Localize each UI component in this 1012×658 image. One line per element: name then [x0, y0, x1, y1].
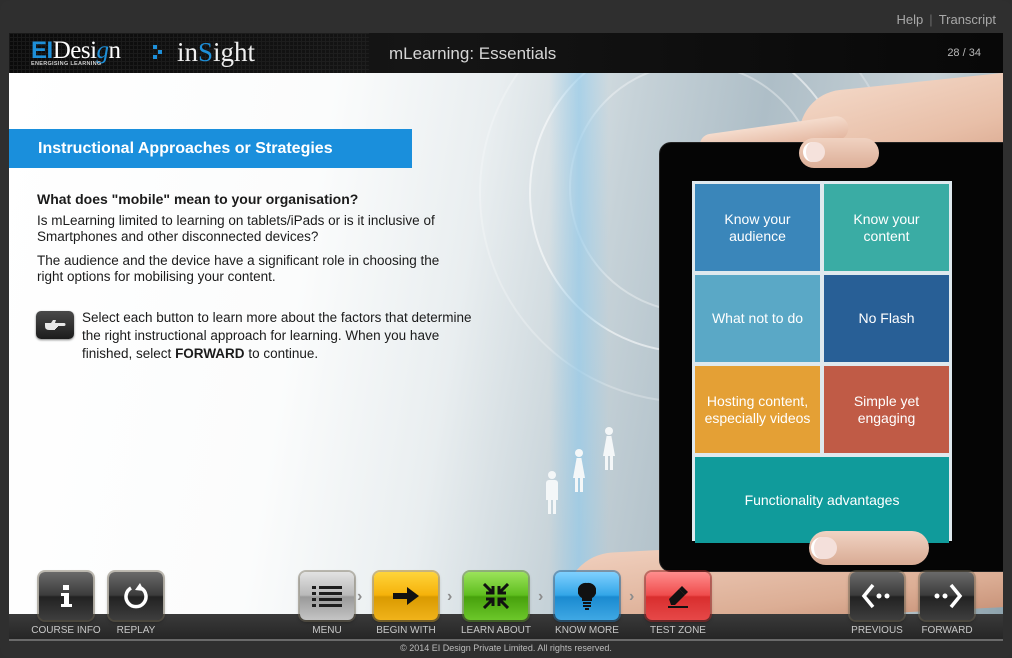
pointing-hand-icon [36, 311, 74, 339]
background-light-beam [549, 73, 609, 614]
instruction-text-post: to continue. [244, 346, 319, 361]
topic-tiles: Know your audience Know your content Wha… [695, 184, 949, 543]
chevron-right-icon: › [447, 588, 453, 605]
chevron-right-icon: › [538, 588, 544, 605]
begin-with-label: BEGIN WITH [376, 625, 436, 636]
person-icon [545, 471, 559, 515]
insight-in: in [177, 37, 199, 67]
transcript-link[interactable]: Transcript [939, 12, 996, 27]
content-stage: Know your audience Know your content Wha… [9, 73, 1003, 614]
instruction-block: Select each button to learn more about t… [36, 309, 476, 363]
section-title: Instructional Approaches or Strategies [9, 129, 412, 168]
page-separator: / [962, 47, 966, 59]
logo-g: g [96, 37, 110, 64]
instruction-text: Select each button to learn more about t… [82, 309, 476, 363]
forward-arrow-icon [934, 583, 963, 609]
body-content: What does "mobile" mean to your organisa… [37, 191, 467, 293]
forward-label: FORWARD [921, 625, 973, 636]
test-zone-button[interactable] [646, 572, 710, 620]
person-icon [602, 427, 616, 471]
thumb-top-image [799, 138, 879, 168]
instruction-forward-keyword: FORWARD [175, 346, 245, 361]
replay-icon [124, 583, 148, 609]
help-link[interactable]: Help [897, 12, 924, 27]
person-icon [572, 449, 586, 493]
link-separator: | [929, 12, 933, 27]
collapse-arrows-icon [483, 583, 509, 609]
course-title: mLearning: Essentials [389, 44, 557, 63]
lightbulb-icon [578, 582, 596, 610]
paragraph-2: The audience and the device have a signi… [37, 253, 440, 284]
tablet-screen: Know your audience Know your content Wha… [692, 181, 952, 543]
thumb-bottom-image [809, 531, 929, 565]
tile-simple-yet-engaging[interactable]: Simple yet engaging [824, 366, 949, 453]
tile-know-your-audience[interactable]: Know your audience [695, 184, 820, 271]
menu-button[interactable] [300, 572, 354, 620]
insight-s: S [198, 37, 214, 67]
learn-about-label: LEARN ABOUT [460, 625, 532, 636]
tablet-device: Know your audience Know your content Wha… [659, 142, 1003, 572]
replay-label: REPLAY [116, 625, 156, 636]
tile-no-flash[interactable]: No Flash [824, 275, 949, 362]
page-current: 28 [947, 47, 960, 59]
menu-label: MENU [312, 625, 342, 636]
page-counter: 28 / 34 [947, 47, 981, 59]
copyright-footer: © 2014 EI Design Private Limited. All ri… [400, 643, 612, 653]
menu-list-icon [312, 586, 342, 607]
tile-know-your-content[interactable]: Know your content [824, 184, 949, 271]
header-bar: EIDesign ENERGISING LEARNING inSight mLe… [9, 33, 1003, 73]
know-more-label: KNOW MORE [555, 625, 619, 636]
know-more-button[interactable] [555, 572, 619, 620]
paragraph-1: Is mLearning limited to learning on tabl… [37, 213, 435, 244]
question-heading: What does "mobile" mean to your organisa… [37, 191, 359, 207]
eraser-pencil-icon [668, 586, 688, 608]
logo-desi: Desi [52, 37, 97, 64]
logo-n: n [108, 37, 122, 64]
tile-what-not-to-do[interactable]: What not to do [695, 275, 820, 362]
previous-button[interactable] [850, 572, 904, 620]
top-links: Help | Transcript [897, 12, 996, 27]
insight-ight: ight [213, 37, 256, 67]
previous-arrow-icon [861, 583, 890, 609]
test-zone-label: TEST ZONE [650, 625, 706, 636]
insight-logo: inSight [177, 37, 255, 68]
logo-ei: EI [31, 37, 53, 64]
course-info-button[interactable] [39, 572, 93, 620]
forward-button[interactable] [920, 572, 974, 620]
logo-divider-dots-icon [153, 45, 163, 61]
tile-hosting-content[interactable]: Hosting content, especially videos [695, 366, 820, 453]
replay-button[interactable] [109, 572, 163, 620]
info-icon [61, 585, 72, 607]
begin-with-button[interactable] [374, 572, 438, 620]
logo-tagline: ENERGISING LEARNING [31, 61, 102, 67]
page-total: 34 [968, 47, 981, 59]
arrow-right-icon [393, 587, 419, 605]
learn-about-button[interactable] [464, 572, 528, 620]
chevron-right-icon: › [629, 588, 635, 605]
chevron-right-icon: › [357, 588, 363, 605]
